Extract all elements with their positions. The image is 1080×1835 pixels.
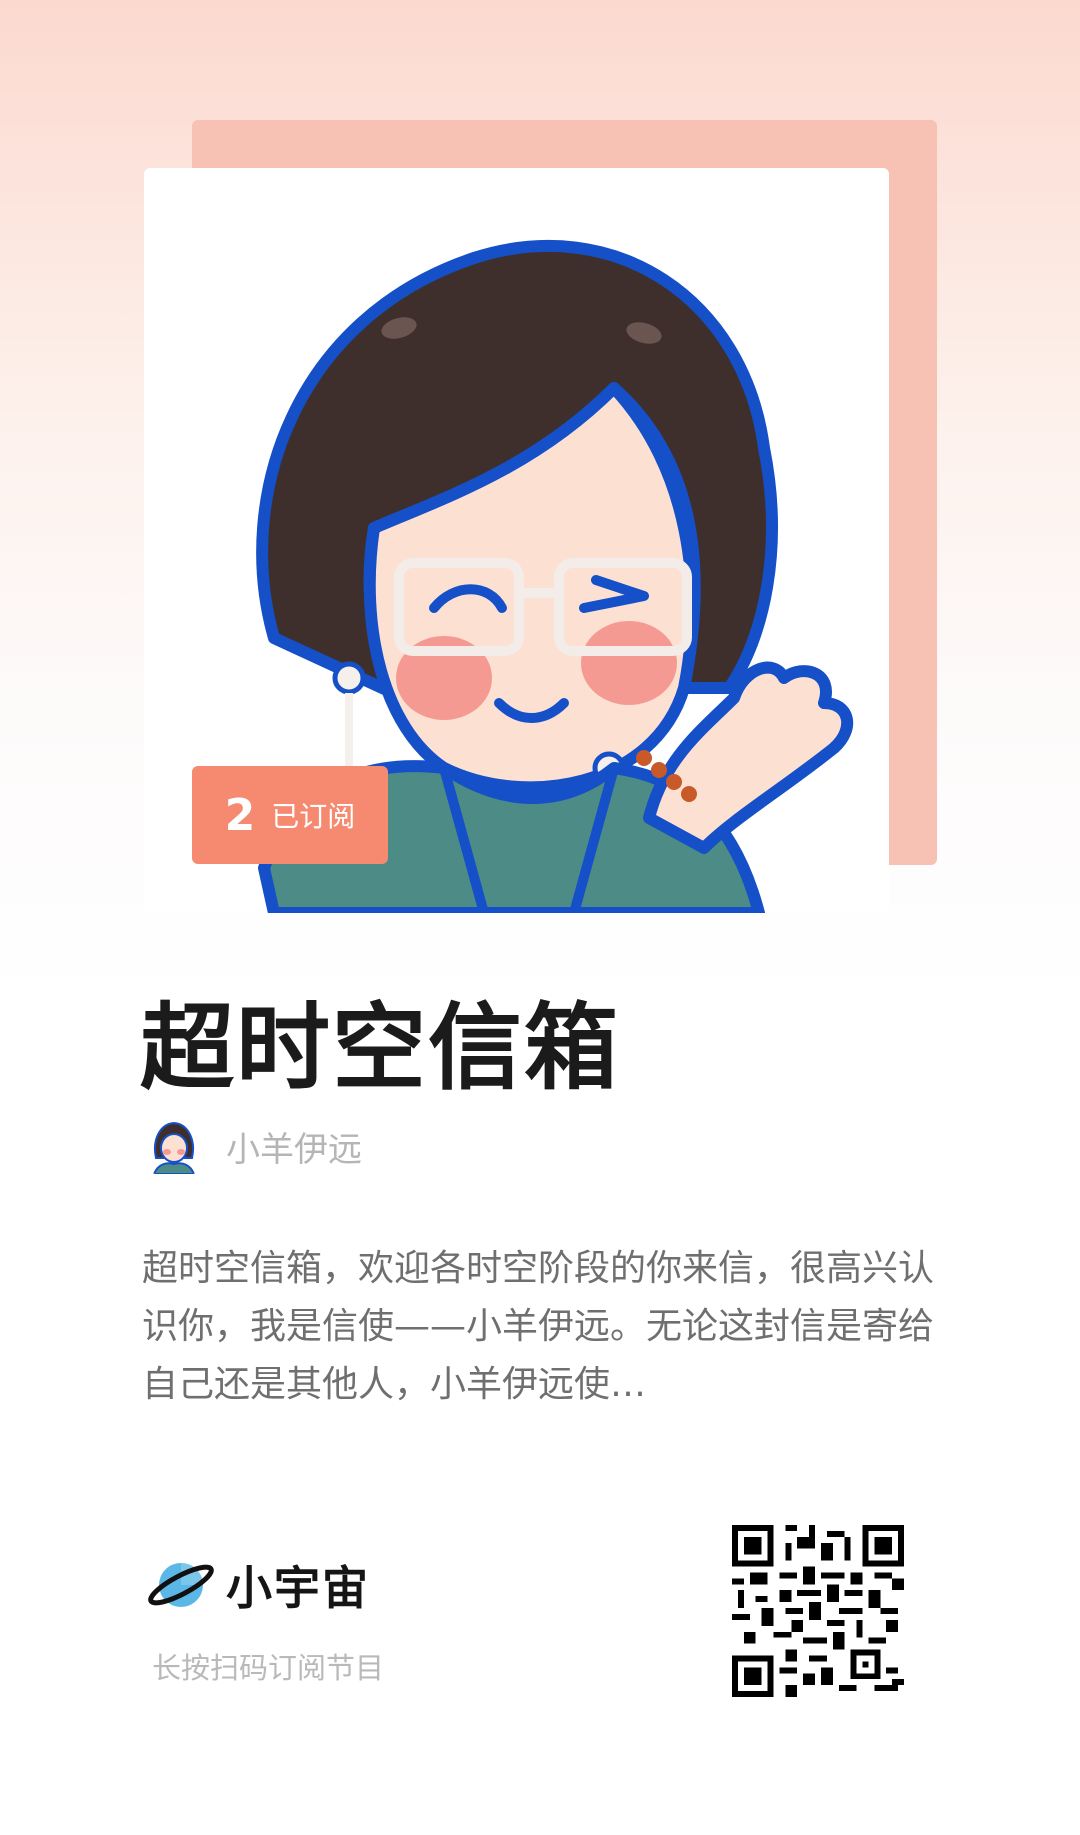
scan-hint: 长按扫码订阅节目 (152, 1651, 385, 1685)
author-avatar-icon (152, 1121, 196, 1174)
subscribed-badge: 2 已订阅 (192, 766, 388, 864)
podcast-title: 超时空信箱 (140, 994, 621, 1103)
author-name[interactable]: 小羊伊远 (226, 1122, 362, 1171)
subscribed-count: 2 (224, 789, 256, 841)
qr-code[interactable] (732, 1525, 904, 1697)
brand-name: 小宇宙 (226, 1561, 370, 1615)
author-row[interactable]: 小羊伊远 (150, 1118, 362, 1174)
brand-logo: 小宇宙 (146, 1550, 370, 1620)
planet-icon (148, 1563, 214, 1607)
podcast-description: 超时空信箱，欢迎各时空阶段的你来信，很高兴认识你，我是信使——小羊伊远。无论这封… (142, 1248, 935, 1405)
author-avatar[interactable] (150, 1118, 198, 1174)
subscribed-label: 已订阅 (271, 800, 356, 833)
